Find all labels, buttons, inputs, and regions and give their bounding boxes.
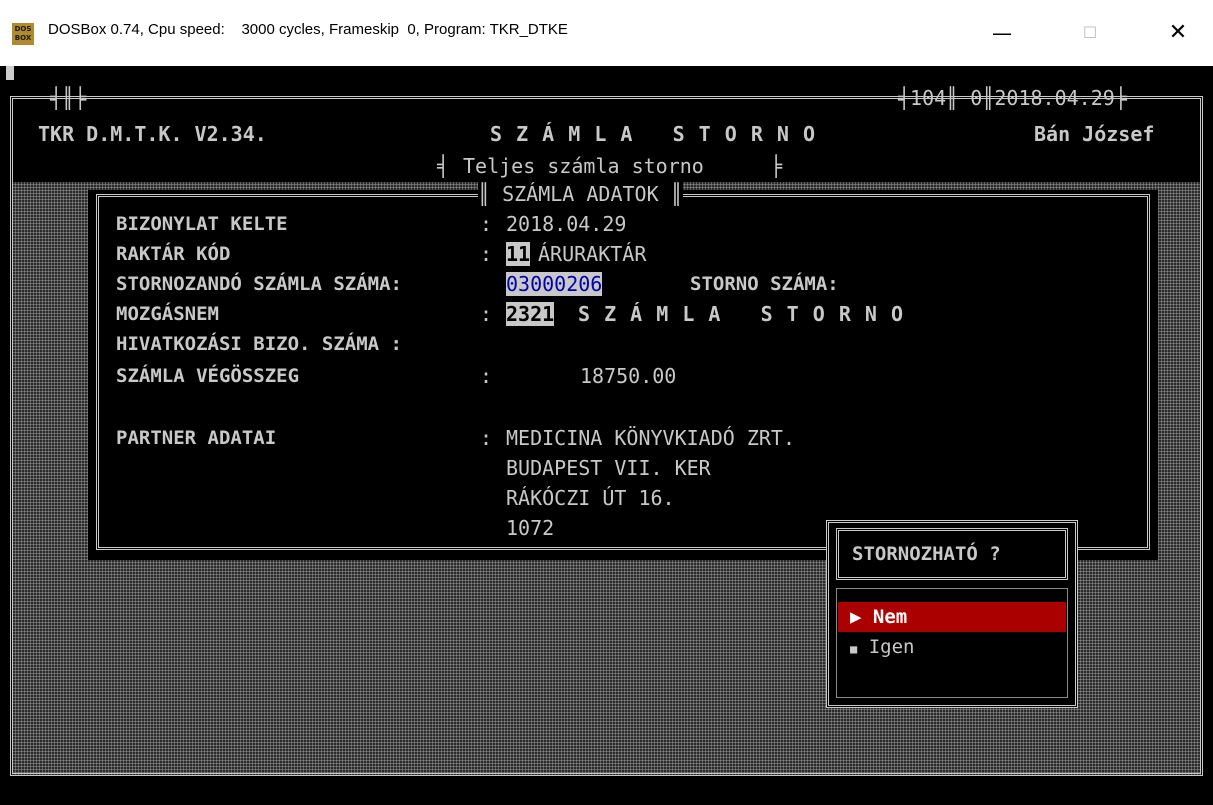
panel-title-box: ║ SZÁMLA ADATOK ║: [478, 182, 683, 206]
field-value-raktar: ÁRURAKTÁR: [538, 242, 647, 266]
partner-line-3: RÁKÓCZI ÚT 16.: [506, 486, 675, 510]
dos-screen[interactable]: ╡║╞ ╡104║ 0║2018.04.29╞ TKR D.M.T.K. V2.…: [0, 66, 1213, 805]
field-label-hivatkozasi: HIVATKOZÁSI BIZO. SZÁMA :: [116, 333, 402, 355]
field-label-bizonylat-kelte: BIZONYLAT KELTE: [116, 213, 288, 235]
header-date: 2018.04.29: [994, 86, 1115, 110]
field-label-partner: PARTNER ADATAI: [116, 427, 277, 449]
arrow-right-icon: ▶: [850, 606, 862, 628]
close-button[interactable]: ✕: [1148, 10, 1208, 56]
maximize-button[interactable]: ☐: [1060, 10, 1120, 56]
field-value-mozgasnem: S Z Á M L A S T O R N O: [578, 302, 905, 326]
partner-line-1: MEDICINA KÖNYVKIADÓ ZRT.: [506, 426, 795, 450]
field-value-stornozando[interactable]: 03000206: [506, 272, 603, 296]
field-label-stornozando: STORNOZANDÓ SZÁMLA SZÁMA:: [116, 273, 402, 295]
subtitle-left-bracket: ╡: [437, 154, 450, 178]
screen-title: S Z Á M L A S T O R N O: [490, 122, 817, 146]
field-value-vegosszeg: 18750.00: [580, 364, 677, 388]
menu-option-igen[interactable]: ■ Igen: [838, 632, 1066, 662]
header-status: ╡104║ 0║2018.04.29╞: [898, 86, 1127, 110]
partner-line-4: 1072: [506, 516, 555, 540]
user-name: Bán József: [1034, 122, 1155, 146]
minimize-button[interactable]: —: [972, 10, 1032, 56]
panel-title: SZÁMLA ADATOK: [502, 182, 659, 206]
square-bullet-icon: ■: [850, 642, 858, 656]
colon: :: [480, 242, 493, 266]
colon: :: [480, 364, 493, 388]
system-menu-icon[interactable]: [6, 66, 14, 80]
frame-junction-left: ╡║╞: [50, 86, 87, 110]
field-label-raktar-kod: RAKTÁR KÓD: [116, 243, 231, 265]
field-label-storno-szama: STORNO SZÁMA:: [690, 273, 839, 295]
dosbox-app-icon[interactable]: DOS BOX: [12, 23, 34, 45]
app-name: TKR D.M.T.K. V2.34.: [38, 122, 267, 146]
colon: :: [480, 426, 493, 450]
partner-line-2: BUDAPEST VII. KER: [506, 456, 711, 480]
window-titlebar: DOS BOX DOSBox 0.74, Cpu speed: 3000 cyc…: [0, 0, 1213, 66]
field-code-raktar[interactable]: 11: [506, 242, 531, 266]
colon: :: [480, 302, 493, 326]
counter-1: 104: [910, 86, 947, 110]
subtitle-right-bracket: ╞: [770, 154, 783, 178]
dialog-title: STORNOZHATÓ ?: [852, 543, 1001, 565]
colon: :: [480, 212, 493, 236]
field-code-mozgasnem[interactable]: 2321: [506, 302, 555, 326]
counter-2: 0: [970, 86, 983, 110]
subtitle: Teljes számla storno: [463, 154, 704, 178]
menu-option-label: Nem: [872, 606, 908, 628]
menu-option-label: Igen: [868, 636, 915, 658]
menu-option-nem[interactable]: ▶ Nem: [838, 602, 1066, 632]
window-title: DOSBox 0.74, Cpu speed: 3000 cycles, Fra…: [48, 21, 568, 38]
field-label-vegosszeg: SZÁMLA VÉGÖSSZEG: [116, 365, 300, 387]
field-label-mozgasnem: MOZGÁSNEM: [116, 303, 219, 325]
field-value-bizonylat-kelte: 2018.04.29: [506, 212, 627, 236]
